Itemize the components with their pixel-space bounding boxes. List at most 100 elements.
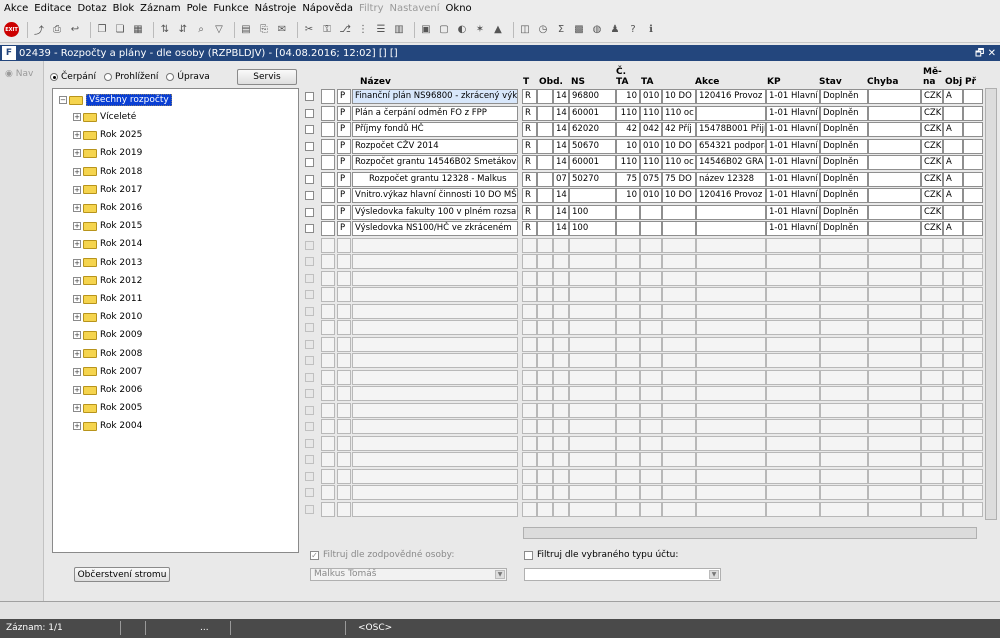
row-checkbox[interactable] xyxy=(305,191,314,200)
cell-ns[interactable] xyxy=(553,237,569,253)
cell-stav[interactable]: Doplněn xyxy=(820,188,868,203)
cell-akce[interactable] xyxy=(696,386,766,401)
menu-item-pole[interactable]: Pole xyxy=(187,3,208,14)
cell-p[interactable] xyxy=(337,369,351,385)
cell-chyba[interactable] xyxy=(868,204,921,220)
expand-icon[interactable]: + xyxy=(73,258,81,267)
cell-cta[interactable]: 10 xyxy=(616,138,640,154)
mode-radio-1[interactable]: Prohlížení xyxy=(103,72,158,82)
cell-kp[interactable] xyxy=(766,419,820,434)
cell-kp[interactable] xyxy=(766,303,820,319)
expand-icon[interactable]: + xyxy=(73,149,81,158)
cell-akce[interactable] xyxy=(696,501,766,517)
cell-pr[interactable] xyxy=(963,254,983,269)
cell-pr[interactable] xyxy=(963,287,983,302)
expand-icon[interactable]: + xyxy=(73,331,81,340)
cell-chyba[interactable] xyxy=(868,402,921,418)
cell-t[interactable]: R xyxy=(522,138,537,154)
cell-obj[interactable] xyxy=(943,485,963,500)
cell-cta[interactable] xyxy=(616,353,640,368)
paste-icon[interactable]: ❏ xyxy=(113,23,127,37)
cell-mena[interactable] xyxy=(921,353,943,368)
cell-p[interactable] xyxy=(337,303,351,319)
doc-icon[interactable]: ▢ xyxy=(437,23,451,37)
tree-item[interactable]: + Rok 2010 xyxy=(73,309,142,325)
cell-chyba[interactable] xyxy=(868,270,921,286)
cell-nazev[interactable] xyxy=(352,353,518,368)
row-checkbox[interactable] xyxy=(305,323,314,332)
cell-ta[interactable] xyxy=(640,237,662,253)
expand-icon[interactable]: + xyxy=(73,240,81,249)
row-checkbox[interactable] xyxy=(305,207,314,217)
cell-ta[interactable] xyxy=(640,303,662,319)
cell-stav[interactable] xyxy=(820,386,868,401)
cell-kp[interactable] xyxy=(766,237,820,253)
cell-obj[interactable] xyxy=(943,369,963,385)
cell-stav[interactable] xyxy=(820,353,868,368)
cell-stav[interactable] xyxy=(820,287,868,302)
row-marker[interactable] xyxy=(321,237,335,253)
cell-pr[interactable] xyxy=(963,303,983,319)
clock-icon[interactable]: ◷ xyxy=(536,23,550,37)
cell-chyba[interactable] xyxy=(868,138,921,154)
cell-nazev[interactable] xyxy=(352,485,518,500)
cell-nazev[interactable]: Rozpočet grantu 14546B02 Smetákova xyxy=(352,155,518,170)
cell-mena[interactable]: CZK xyxy=(921,204,943,220)
cell-ns2[interactable] xyxy=(569,303,616,319)
expand-icon[interactable]: + xyxy=(73,167,81,176)
cell-obj[interactable] xyxy=(943,287,963,302)
help-icon[interactable]: ? xyxy=(626,23,640,37)
cell-stav[interactable]: Doplněn xyxy=(820,105,868,121)
cell-cta[interactable] xyxy=(616,435,640,451)
cell-pr[interactable] xyxy=(963,353,983,368)
cell-nazev[interactable] xyxy=(352,254,518,269)
cell-nazev[interactable] xyxy=(352,501,518,517)
cell-p[interactable] xyxy=(337,501,351,517)
row-checkbox[interactable] xyxy=(305,224,314,233)
cell-mena[interactable]: CZK xyxy=(921,122,943,137)
tree-item[interactable]: + Rok 2011 xyxy=(73,291,142,307)
cell-obd[interactable] xyxy=(537,270,553,286)
cell-obj[interactable] xyxy=(943,138,963,154)
row-marker[interactable] xyxy=(321,419,335,434)
cell-mena[interactable] xyxy=(921,336,943,352)
cell-nazev[interactable] xyxy=(352,435,518,451)
cell-x[interactable] xyxy=(662,320,696,335)
cell-kp[interactable] xyxy=(766,468,820,484)
excel-icon[interactable]: ▩ xyxy=(572,23,586,37)
cell-p[interactable] xyxy=(337,485,351,500)
cell-akce[interactable]: 120416 Provoz xyxy=(696,188,766,203)
cell-kp[interactable] xyxy=(766,287,820,302)
cell-ta[interactable] xyxy=(640,204,662,220)
empty-table-row[interactable] xyxy=(303,435,983,452)
cell-cta[interactable] xyxy=(616,369,640,385)
cell-cta[interactable] xyxy=(616,419,640,434)
empty-table-row[interactable] xyxy=(303,468,983,485)
expand-icon[interactable]: + xyxy=(73,295,81,303)
cell-stav[interactable]: Doplněn xyxy=(820,221,868,236)
cell-cta[interactable] xyxy=(616,336,640,352)
cell-kp[interactable] xyxy=(766,386,820,401)
cell-ns2[interactable] xyxy=(569,485,616,500)
table-row[interactable]: P Výsledovka fakulty 100 v plném rozsa R 14… xyxy=(303,204,983,221)
tree-icon[interactable]: ⋮ xyxy=(356,23,370,37)
cell-kp[interactable]: 1-01 Hlavní xyxy=(766,122,820,137)
expand-icon[interactable]: + xyxy=(73,404,81,413)
cell-nazev[interactable] xyxy=(352,237,518,253)
servis-button[interactable]: Servis xyxy=(237,69,297,85)
cell-obj[interactable] xyxy=(943,419,963,434)
menu-item-akce[interactable]: Akce xyxy=(4,3,28,14)
radio-dot[interactable] xyxy=(50,73,58,81)
cell-pr[interactable] xyxy=(963,171,983,187)
cell-akce[interactable]: 654321 podpora xyxy=(696,138,766,154)
cell-obj[interactable] xyxy=(943,452,963,467)
cell-kp[interactable]: 1-01 Hlavní xyxy=(766,138,820,154)
cell-akce[interactable]: název 12328 xyxy=(696,171,766,187)
cell-obj[interactable] xyxy=(943,386,963,401)
cell-ta[interactable] xyxy=(640,468,662,484)
cell-nazev[interactable]: Rozpočet grantu 12328 - Malkus xyxy=(352,171,518,187)
cell-ns[interactable] xyxy=(553,501,569,517)
cell-ns2[interactable] xyxy=(569,468,616,484)
row-marker[interactable] xyxy=(321,320,335,335)
cell-p[interactable] xyxy=(337,287,351,302)
